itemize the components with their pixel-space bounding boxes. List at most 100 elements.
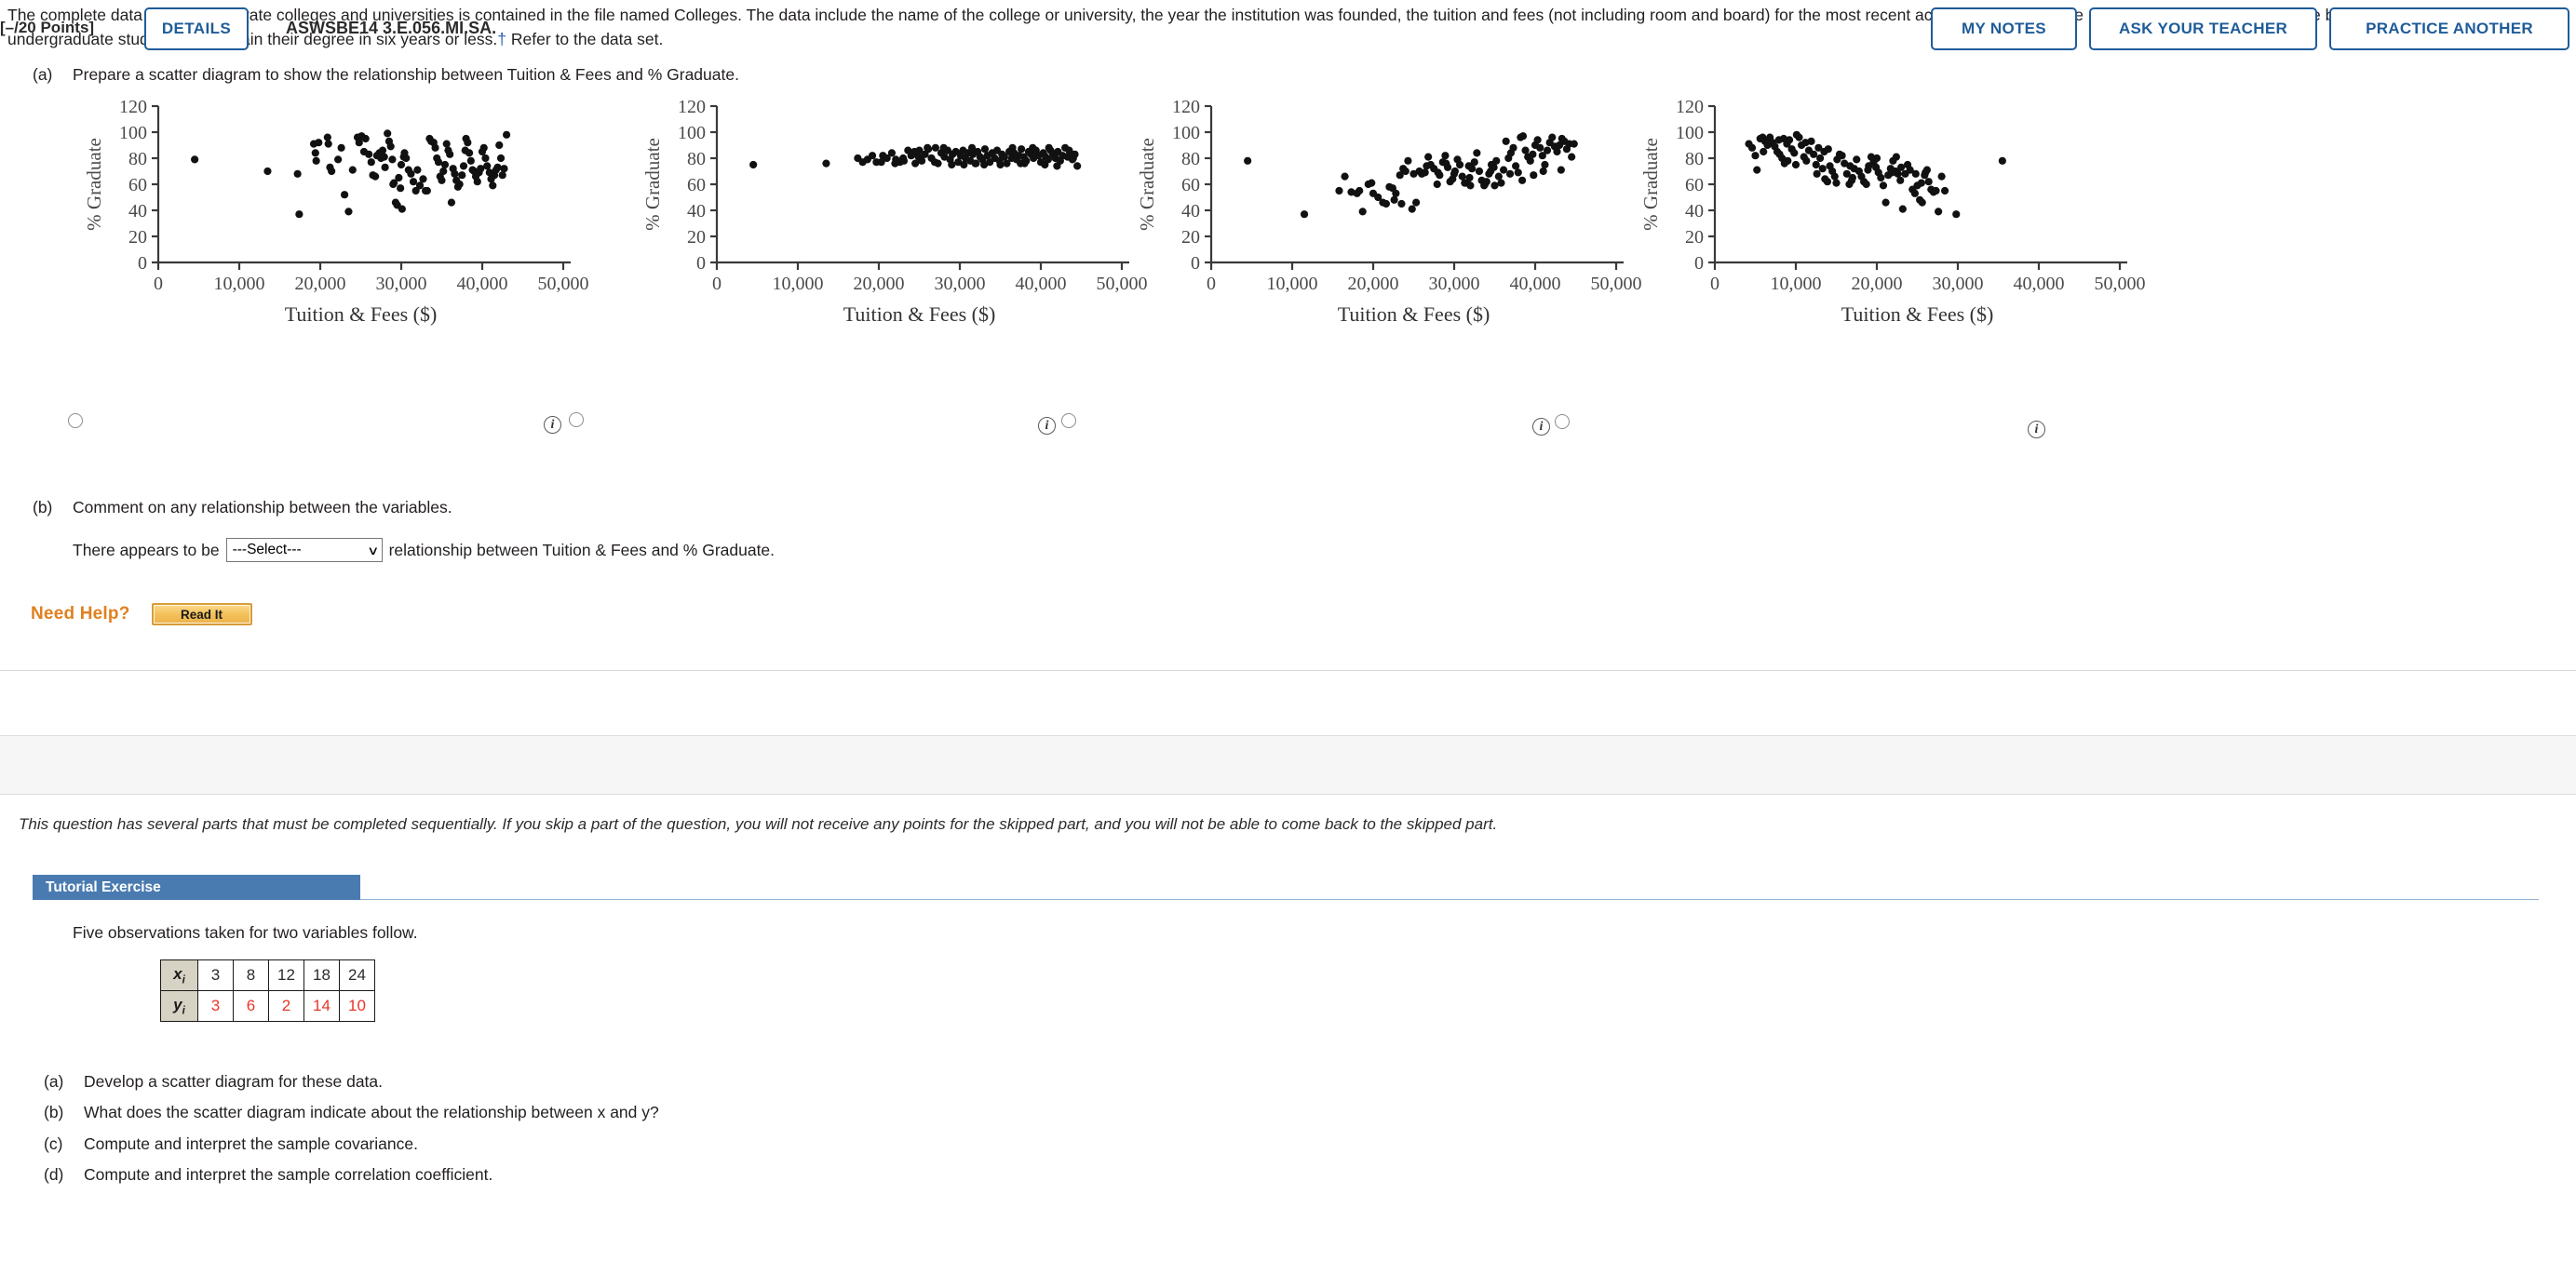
y-tick-label: 60 <box>1685 175 1704 195</box>
scatter-option-3-radio[interactable] <box>1061 413 1076 428</box>
relationship-select-value: ---Select--- <box>232 542 302 557</box>
my-notes-button[interactable]: MY NOTES <box>1931 7 2077 50</box>
points-label: [–/20 Points] <box>0 19 95 36</box>
y-tick-label: 40 <box>1685 201 1704 221</box>
y-tick-label: 0 <box>1694 253 1704 274</box>
y-tick-label: 80 <box>1181 149 1200 169</box>
part-c-label: (c) <box>44 1134 63 1153</box>
y-tick-label: 20 <box>128 227 147 248</box>
x-value-cell: 12 <box>268 959 304 991</box>
part-b-label: (b) <box>33 498 53 517</box>
scatter-option-5-info-icon[interactable]: i <box>2028 421 2045 438</box>
scatter-option-3[interactable]: 0 20 40 60 80 100 120 0 10,000 20,000 30,000 40,000… <box>1090 93 1667 391</box>
x-tick-label: 10,000 <box>773 274 824 294</box>
x-tick-label: 40,000 <box>2014 274 2065 294</box>
part-a-text: Prepare a scatter diagram to show the re… <box>73 65 739 84</box>
intro-tail: Refer to the data set. <box>506 30 664 48</box>
y-tick-label: 40 <box>687 201 706 221</box>
question-2-header <box>0 735 2576 795</box>
row-header-x-subscript: i <box>182 974 185 986</box>
part-c-text: Compute and interpret the sample covaria… <box>84 1134 418 1153</box>
part-b-text: Comment on any relationship between the … <box>73 498 452 517</box>
y-axis-label: % Graduate <box>1136 138 1158 231</box>
footnote-dagger-icon[interactable]: † <box>497 30 506 48</box>
x-tick-label: 10,000 <box>214 274 265 294</box>
scatter-option-2-info-icon[interactable]: i <box>544 416 561 434</box>
part-b-label: (b) <box>44 1103 64 1121</box>
observations-text: Five observations taken for two variable… <box>73 923 418 942</box>
y-axis-label: % Graduate <box>641 138 664 231</box>
scatter-option-4-radio[interactable] <box>1555 414 1570 429</box>
x-axis-label: Tuition & Fees ($) <box>1841 302 1994 326</box>
y-tick-label: 100 <box>119 123 147 143</box>
row-header-y-symbol: y <box>173 995 182 1013</box>
x-tick-label: 0 <box>712 274 722 294</box>
x-tick-label: 0 <box>1710 274 1720 294</box>
row-header-y-subscript: i <box>182 1005 185 1017</box>
table-row-y: yi 3 6 2 14 10 <box>160 990 375 1022</box>
scatter-option-1[interactable]: 0 20 40 60 80 100 120 0 10,000 20,000 30,000 40,000… <box>37 93 614 391</box>
chart-2-svg: 0 20 40 60 80 100 120 0 10,000 20,000 30,000 40,000… <box>641 97 1148 326</box>
y-tick-label: 100 <box>1172 123 1200 143</box>
details-button[interactable]: DETAILS <box>144 7 249 50</box>
x-tick-label: 30,000 <box>935 274 986 294</box>
x-value-cell: 8 <box>233 959 269 991</box>
observations-table: xi 3 8 12 18 24 yi 3 6 2 14 10 <box>160 959 375 1022</box>
scatter-option-3-info-icon[interactable]: i <box>1038 417 1056 435</box>
x-tick-label: 20,000 <box>1852 274 1903 294</box>
y-axis-label: % Graduate <box>83 138 105 231</box>
y-tick-label: 0 <box>1191 253 1200 274</box>
y-tick-label: 80 <box>687 149 706 169</box>
practice-another-button[interactable]: PRACTICE ANOTHER <box>2329 7 2569 50</box>
answer-prefix-text: There appears to be <box>73 540 220 559</box>
row-header-x: xi <box>160 959 198 991</box>
x-tick-label: 20,000 <box>1348 274 1399 294</box>
part-b-answer-row: There appears to be ---Select--- ∨ relat… <box>73 538 775 562</box>
x-tick-label: 0 <box>1207 274 1216 294</box>
x-tick-label: 0 <box>154 274 163 294</box>
page-root: The complete data set of 103 private col… <box>0 0 2576 1288</box>
need-help-row: Need Help? Read It <box>31 603 252 625</box>
tutorial-divider <box>360 899 2539 900</box>
scatter-option-2[interactable]: 0 20 40 60 80 100 120 0 10,000 20,000 30,000 40,000… <box>596 93 1173 391</box>
scatter-option-controls: i i i i <box>0 400 2576 438</box>
relationship-select[interactable]: ---Select--- ∨ <box>225 538 383 562</box>
part-b-text: What does the scatter diagram indicate a… <box>84 1103 659 1121</box>
y-value-cell: 14 <box>303 990 340 1022</box>
part-a-label: (a) <box>44 1072 64 1091</box>
y-tick-label: 120 <box>1676 97 1704 117</box>
x-tick-label: 10,000 <box>1267 274 1318 294</box>
scatter-chart-options: 0 20 40 60 80 100 120 0 10,000 20,000 30,000 40,000… <box>0 93 2576 391</box>
section-divider <box>0 670 2576 671</box>
y-tick-label: 0 <box>138 253 147 274</box>
read-it-button[interactable]: Read It <box>151 603 252 625</box>
y-tick-label: 60 <box>128 175 147 195</box>
scatter-option-1-radio[interactable] <box>68 413 83 428</box>
tutorial-exercise-tab: Tutorial Exercise <box>33 875 360 900</box>
question-code: ASWSBE14 3.E.056.MI.SA. <box>286 19 497 37</box>
chart-1-svg: 0 20 40 60 80 100 120 0 10,000 20,000 30,000 40,000… <box>83 97 589 326</box>
scatter-option-2-radio[interactable] <box>569 412 584 427</box>
x-tick-label: 30,000 <box>1429 274 1480 294</box>
answer-suffix-text: relationship between Tuition & Fees and … <box>388 540 775 559</box>
y-tick-label: 100 <box>678 123 706 143</box>
y-tick-label: 20 <box>1685 227 1704 248</box>
y-tick-label: 0 <box>696 253 706 274</box>
y-tick-label: 60 <box>1181 175 1200 195</box>
y-axis-label: % Graduate <box>1639 138 1662 231</box>
ask-your-teacher-button[interactable]: ASK YOUR TEACHER <box>2089 7 2317 50</box>
scatter-option-4-info-icon[interactable]: i <box>1532 418 1550 436</box>
y-value-cell: 3 <box>197 990 234 1022</box>
data-points <box>1244 132 1578 219</box>
chevron-down-icon: ∨ <box>367 543 380 557</box>
y-tick-label: 20 <box>1181 227 1200 248</box>
x-tick-label: 50,000 <box>2095 274 2146 294</box>
part-a-label: (a) <box>33 65 53 84</box>
y-tick-label: 80 <box>1685 149 1704 169</box>
scatter-option-4[interactable]: 0 20 40 60 80 100 120 0 10,000 20,000 30,000 40,000… <box>1594 93 2171 391</box>
x-value-cell: 3 <box>197 959 234 991</box>
y-tick-label: 120 <box>119 97 147 117</box>
x-tick-label: 20,000 <box>854 274 905 294</box>
row-header-y: yi <box>160 990 198 1022</box>
y-value-cell: 2 <box>268 990 304 1022</box>
